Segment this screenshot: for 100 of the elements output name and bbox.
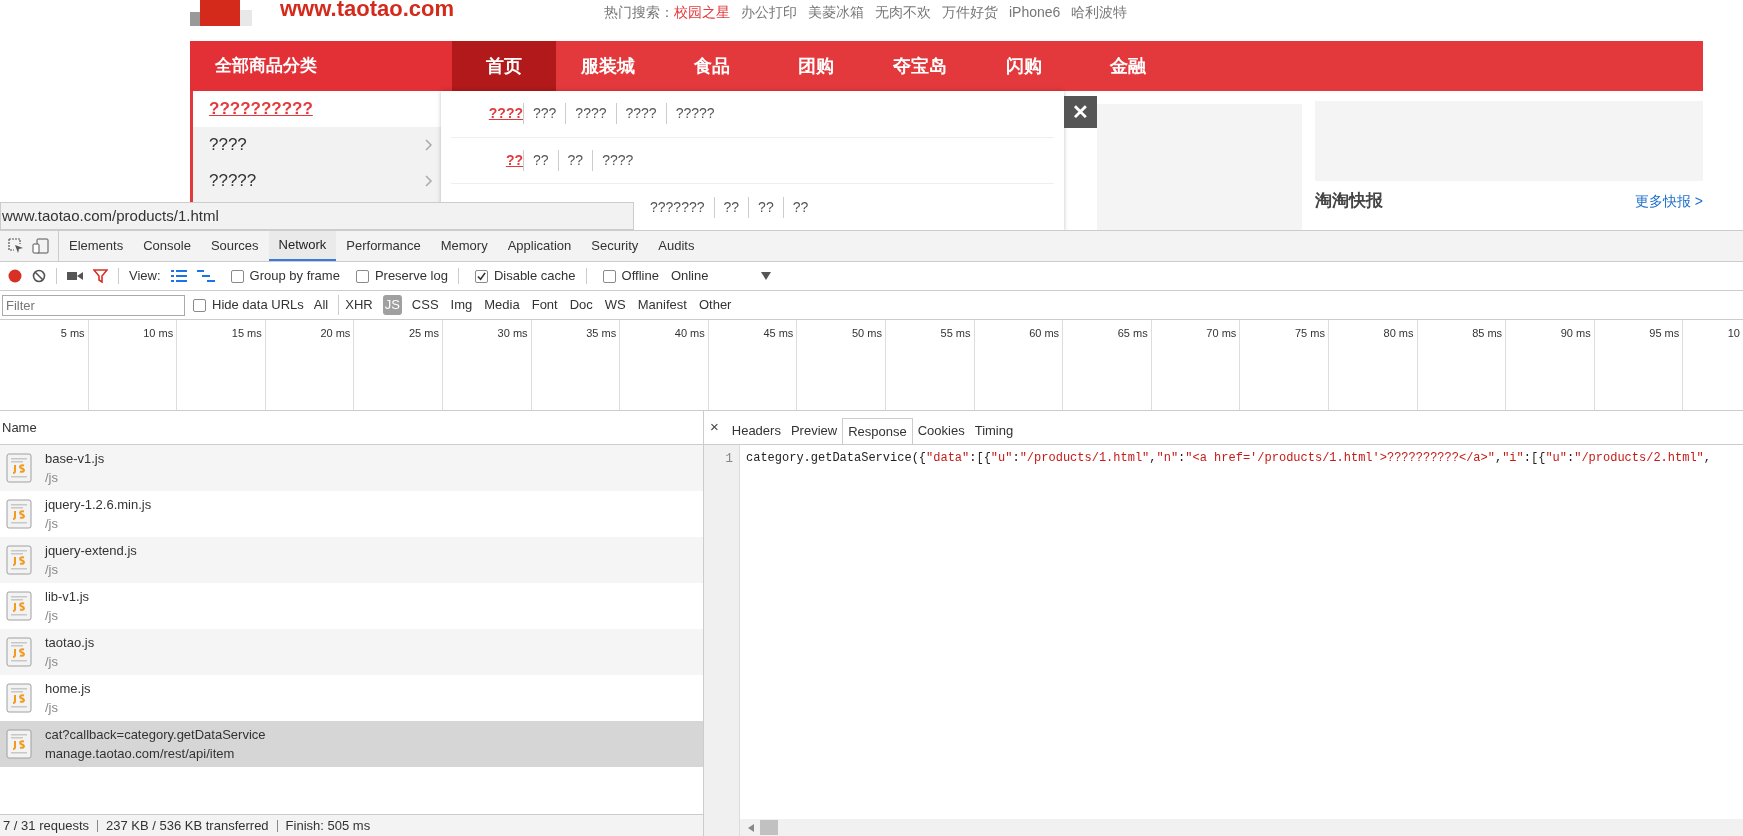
throttling-select[interactable]: Online	[670, 266, 751, 286]
request-row[interactable]: taotao.js /js	[0, 629, 703, 675]
checkbox[interactable]	[602, 269, 616, 283]
type-filter[interactable]: Other	[696, 295, 734, 315]
type-filter[interactable]: Manifest	[635, 295, 689, 315]
horizontal-scrollbar[interactable]	[740, 819, 1743, 836]
request-name: cat?callback=category.getDataService	[45, 726, 266, 744]
hot-search-link[interactable]: 美菱冰箱	[808, 2, 864, 23]
popup-link[interactable]: ????	[592, 150, 643, 171]
devtools-tab[interactable]: Audits	[648, 231, 705, 261]
type-filter[interactable]: Media	[482, 295, 522, 315]
type-filter[interactable]: Font	[529, 295, 560, 315]
popup-link[interactable]: ??	[713, 196, 749, 218]
js-file-icon	[6, 499, 32, 529]
hot-search-link[interactable]: 哈利波特	[1071, 2, 1128, 23]
nav-tab[interactable]: 团购	[764, 41, 868, 91]
request-path: /js	[45, 515, 59, 533]
more-news-link[interactable]: 更多快报 >	[1634, 191, 1703, 211]
clear-icon[interactable]	[32, 269, 46, 283]
hot-search-link[interactable]: 无肉不欢	[875, 2, 931, 23]
type-filter[interactable]: Img	[448, 295, 475, 315]
popup-link[interactable]: ??	[557, 150, 593, 171]
detail-tab[interactable]: Headers	[726, 418, 786, 444]
hot-search-link[interactable]: 办公打印	[741, 2, 797, 23]
hot-search-label: 热门搜索：	[604, 3, 674, 22]
nav-tab[interactable]: 服装城	[556, 41, 660, 91]
nav-tab[interactable]: 食品	[660, 41, 764, 91]
popup-link[interactable]: ???????	[641, 196, 714, 218]
waterfall-icon[interactable]	[196, 270, 215, 282]
popup-link[interactable]: ??	[782, 196, 818, 218]
category-item[interactable]: ?????	[193, 163, 441, 199]
camera-icon[interactable]	[67, 270, 83, 282]
hot-search-link[interactable]: 万件好货	[942, 2, 998, 23]
popup-link[interactable]: ????	[615, 103, 666, 125]
option-label[interactable]: Disable cache	[493, 266, 576, 286]
timeline-tick-label: 95 ms	[1649, 326, 1680, 341]
scroll-left-icon[interactable]	[748, 823, 754, 832]
timeline-tick-label: 85 ms	[1472, 326, 1503, 341]
option-label[interactable]: Offline	[621, 266, 659, 286]
type-filter[interactable]: CSS	[409, 295, 441, 315]
list-view-icon[interactable]	[170, 270, 187, 282]
timeline-tick-label: 75 ms	[1294, 326, 1325, 341]
checkbox[interactable]	[474, 269, 488, 283]
detail-tab[interactable]: Response	[842, 418, 913, 444]
popup-link[interactable]: ??	[748, 196, 783, 218]
nav-tab[interactable]: 金融	[1076, 41, 1180, 91]
popup-link[interactable]: ???	[523, 103, 566, 125]
type-filter[interactable]: WS	[602, 295, 628, 315]
devtools-tab[interactable]: Performance	[336, 231, 431, 261]
scrollbar-thumb[interactable]	[760, 820, 778, 835]
devtools-tab[interactable]: Memory	[430, 231, 498, 261]
popup-lead-link[interactable]: ????	[488, 103, 523, 125]
type-filter[interactable]: All	[311, 295, 331, 315]
request-row[interactable]: base-v1.js /js	[0, 445, 703, 491]
record-icon[interactable]	[8, 269, 22, 283]
checkbox[interactable]	[193, 298, 206, 312]
detail-tab[interactable]: Preview	[785, 418, 843, 444]
filter-icon[interactable]	[93, 269, 108, 283]
popup-link[interactable]: ????	[565, 103, 616, 125]
close-icon[interactable]: ×	[710, 411, 719, 444]
detail-tab[interactable]: Cookies	[912, 418, 970, 444]
request-row[interactable]: cat?callback=category.getDataService manage.taotao.com/rest/api/item	[0, 721, 703, 767]
request-path: /js	[45, 699, 59, 717]
checkbox[interactable]	[230, 269, 244, 283]
filter-field[interactable]: Filter	[2, 294, 185, 316]
option-label[interactable]: Group by frame	[249, 266, 340, 286]
popup-link[interactable]: ?????	[665, 103, 724, 125]
popup-link[interactable]: ??	[523, 150, 558, 171]
category-item[interactable]: ????	[193, 127, 441, 163]
devtools-tab[interactable]: Network	[268, 231, 337, 261]
close-button[interactable]: ✕	[1064, 96, 1097, 128]
popup-lead-link[interactable]: ??	[505, 150, 523, 171]
device-icon[interactable]	[32, 238, 50, 254]
nav-tab[interactable]: 闪购	[972, 41, 1076, 91]
nav-tab[interactable]: 夺宝岛	[868, 41, 972, 91]
devtools-tab[interactable]: Application	[497, 231, 582, 261]
checkbox[interactable]	[355, 269, 369, 283]
nav-tab[interactable]: 首页	[452, 41, 556, 91]
dropdown-caret-icon[interactable]	[760, 272, 771, 280]
hot-search-link[interactable]: 校园之星	[674, 2, 730, 23]
js-file-icon	[6, 545, 32, 575]
hot-search-link[interactable]: iPhone6	[1009, 2, 1061, 23]
timeline-tick-label: 80 ms	[1383, 326, 1414, 341]
type-filter[interactable]: Doc	[567, 295, 595, 315]
category-button[interactable]: 全部商品分类	[190, 41, 452, 91]
devtools-tab[interactable]: Sources	[200, 231, 269, 261]
timeline-tick-label: 15 ms	[231, 326, 262, 341]
option-label[interactable]: Hide data URLs	[212, 295, 304, 315]
inspect-icon[interactable]	[8, 238, 24, 254]
devtools-tab[interactable]: Security	[581, 231, 649, 261]
request-name: taotao.js	[45, 634, 95, 652]
category-item[interactable]: ??????????	[193, 91, 441, 127]
devtools-tab[interactable]: Elements	[59, 231, 134, 261]
type-filter[interactable]: XHR	[338, 295, 375, 315]
option-label[interactable]: Preserve log	[374, 266, 448, 286]
devtools-tab[interactable]: Console	[133, 231, 201, 261]
timeline-tick-label: 45 ms	[763, 326, 794, 341]
column-header[interactable]: Name	[2, 417, 37, 438]
detail-tab[interactable]: Timing	[969, 418, 1019, 444]
request-row[interactable]: jquery-extend.js /js	[0, 537, 703, 583]
